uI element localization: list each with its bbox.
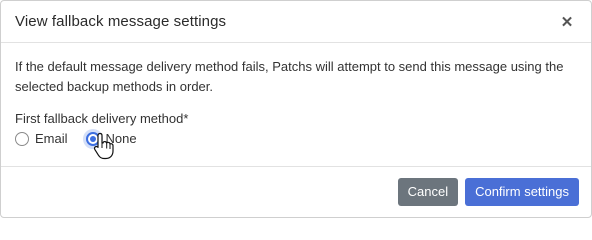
dialog-footer: Cancel Confirm settings — [1, 166, 591, 217]
dialog-body: If the default message delivery method f… — [1, 43, 591, 167]
close-icon[interactable]: ✕ — [559, 14, 575, 31]
cancel-button[interactable]: Cancel — [397, 177, 459, 206]
radio-none[interactable] — [85, 131, 100, 146]
dialog-description: If the default message delivery method f… — [15, 59, 564, 94]
radio-label-email: Email — [35, 131, 68, 146]
confirm-settings-button[interactable]: Confirm settings — [465, 177, 579, 206]
dialog-header: View fallback message settings ✕ — [1, 1, 591, 43]
dialog-title: View fallback message settings — [15, 13, 227, 30]
radio-option-email[interactable]: Email — [15, 131, 68, 146]
fallback-settings-dialog: View fallback message settings ✕ If the … — [0, 0, 592, 218]
fallback-method-radio-group: Email None — [15, 131, 577, 146]
radio-label-none: None — [105, 131, 137, 146]
radio-email[interactable] — [15, 131, 29, 146]
fallback-method-label: First fallback delivery method* — [15, 111, 189, 126]
radio-option-none[interactable]: None — [85, 131, 137, 146]
